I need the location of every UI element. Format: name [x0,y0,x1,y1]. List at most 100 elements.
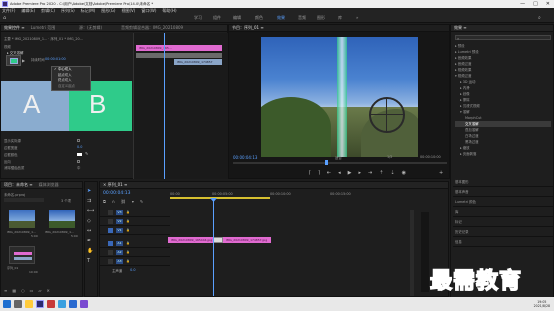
dropdown-option-custom[interactable]: 自定义起点 [52,84,90,90]
tab-effects[interactable]: 效果 ≡ [454,25,467,31]
workspace-editing[interactable]: 编辑 [233,15,241,21]
alignment-dropdown[interactable]: ✓ 中心切入 起点切入 终点切入 自定义起点 [51,66,91,91]
workspace-effects[interactable]: 效果 [277,15,285,21]
program-monitor-title[interactable]: 节目：序列_01 ≡ [232,25,264,31]
clock[interactable]: 19:05 2021/8/28 [534,300,554,308]
search-taskbar-icon[interactable] [14,300,22,308]
workspace-learning[interactable]: 学习 [194,15,202,21]
eyedropper-icon[interactable]: ✎ [85,151,88,156]
timeline-playhead[interactable] [213,199,214,296]
program-timecode[interactable]: 00:00:04:13 [233,155,257,160]
video-frame[interactable] [261,37,418,157]
tab-lumetri-scopes[interactable]: Lumetri 范围 [31,25,56,31]
border-color-swatch[interactable] [77,153,82,156]
track-lock-icon[interactable]: 🔒 [126,228,130,232]
type-tool-icon[interactable]: T [87,258,94,264]
go-to-out-icon[interactable]: ⇥ [368,170,372,176]
timeline-clip-a[interactable]: IMG_20210809_165444.jpg [168,237,218,243]
new-bin-icon[interactable]: ▱ [38,288,41,293]
master-value[interactable]: 0.0 [130,268,135,272]
workspace-libraries[interactable]: 库 [338,15,342,21]
timeline-timecode[interactable]: 00:00:04:13 [103,191,130,196]
tab-audio-clip-mixer[interactable]: 音频剪辑混合器：IMG_20210809 [121,25,183,31]
ec-playhead[interactable] [164,33,165,179]
browser-taskbar-icon[interactable] [58,300,66,308]
linked-selection-icon[interactable]: ⛓ [121,199,126,204]
workspace-graphics[interactable]: 图形 [317,15,325,21]
snap-icon[interactable]: ∩ [112,199,115,204]
step-forward-icon[interactable]: ▸ [358,170,361,176]
track-header[interactable]: A2 🔒 [100,248,170,257]
timeline-settings-icon[interactable]: ✎ [140,199,143,204]
mark-out-icon[interactable]: ⌉ [318,170,320,176]
master-track[interactable]: 主声道 0.0 [100,266,170,274]
track-lock-icon[interactable]: 🔒 [126,250,130,254]
settings-icon[interactable]: + [439,170,443,176]
export-frame-icon[interactable]: ◉ [402,170,406,176]
project-thumb-3[interactable] [9,246,35,264]
play-icon[interactable]: ▶ [348,170,352,176]
project-thumb-1[interactable] [9,210,35,228]
track-target-toggle[interactable] [108,227,113,233]
razor-tool-icon[interactable]: ◇ [87,218,94,224]
workspace-color[interactable]: 颜色 [255,15,263,21]
word-taskbar-icon[interactable] [69,300,77,308]
minimize-button[interactable]: — [520,1,525,7]
video-taskbar-icon[interactable] [80,300,88,308]
antialias-value[interactable]: 中 [77,165,80,170]
slip-tool-icon[interactable]: ↔ [87,228,94,234]
transition-preview-thumb[interactable] [6,55,21,66]
nest-icon[interactable]: ⧉ [103,199,106,204]
tab-sequence[interactable]: × 序列_01 ≡ [103,182,127,188]
tab-project[interactable]: 项目：未命名 ≡ [4,182,33,188]
track-header[interactable]: V3 🔒 [100,208,170,217]
track-header[interactable]: V1 🔒 [100,226,170,235]
project-thumb-2[interactable] [49,210,75,228]
work-area-bar[interactable] [170,197,270,199]
track-target-toggle[interactable] [108,209,113,215]
effects-tree-item[interactable]: ▸ 页面剥落 [455,151,551,157]
app-taskbar-icon[interactable] [47,300,55,308]
maximize-button[interactable]: □ [533,1,538,7]
timeline-clip-b[interactable]: IMG_20210809_174857.jpg [223,237,271,243]
tab-media-browser[interactable]: 媒体浏览器 [39,182,59,188]
selection-tool-icon[interactable]: ➤ [87,188,94,194]
track-header[interactable]: A3 🔒 [100,257,170,266]
track-lock-icon[interactable]: 🔒 [126,219,130,223]
duration-value[interactable]: 00:00:01:00 [45,57,66,61]
search-icon[interactable]: ⌕ [538,15,541,21]
close-button[interactable]: ✕ [546,1,550,7]
premiere-taskbar-icon[interactable] [36,300,44,308]
cross-dissolve-transition[interactable] [213,237,223,243]
pen-tool-icon[interactable]: ✒ [87,238,94,244]
lift-icon[interactable]: ⇡ [379,170,383,176]
panel-tab-item[interactable]: 信息 [453,237,553,247]
track-select-tool-icon[interactable]: ⇉ [87,198,94,204]
border-width-value[interactable]: 0.0 [77,145,82,149]
timeline-vertical-scrollbar[interactable] [410,210,414,296]
step-back-icon[interactable]: ◂ [338,170,341,176]
reverse-checkbox[interactable] [77,160,80,163]
track-target-toggle[interactable] [108,240,113,246]
master-clip-path[interactable]: 主要 * IMG_20210809_1... · 序列_01 * IMG_20.… [4,36,83,41]
play-transition-icon[interactable]: ▶ [22,58,25,63]
new-item-icon[interactable]: ▭ [30,288,34,293]
ripple-edit-tool-icon[interactable]: ⟷ [87,208,94,214]
ec-clip-a[interactable]: IMG_20210809_165... [136,45,222,51]
panel-tab-item[interactable]: 历史记录 [453,227,553,237]
program-scrubber[interactable] [233,162,447,164]
tab-effect-controls[interactable]: 效果控件 ≡ [4,25,25,31]
zoom-slider-icon[interactable]: ○ [21,288,25,293]
show-actual-source-checkbox[interactable] [77,139,80,142]
workspace-audio[interactable]: 音频 [298,15,306,21]
home-icon[interactable]: ⌂ [3,15,6,21]
playhead-handle[interactable] [210,198,217,202]
workspace-more[interactable]: » [356,15,358,20]
hand-tool-icon[interactable]: ✋ [87,248,94,254]
track-target-toggle[interactable] [108,218,113,224]
track-header[interactable]: A1 🔒 [100,239,170,248]
workspace-assembly[interactable]: 组件 [213,15,221,21]
ec-transition-bar[interactable] [136,53,222,58]
ec-clip-b[interactable]: IMG_20210809_174857 [174,59,222,65]
track-lock-icon[interactable]: 🔒 [126,210,130,214]
